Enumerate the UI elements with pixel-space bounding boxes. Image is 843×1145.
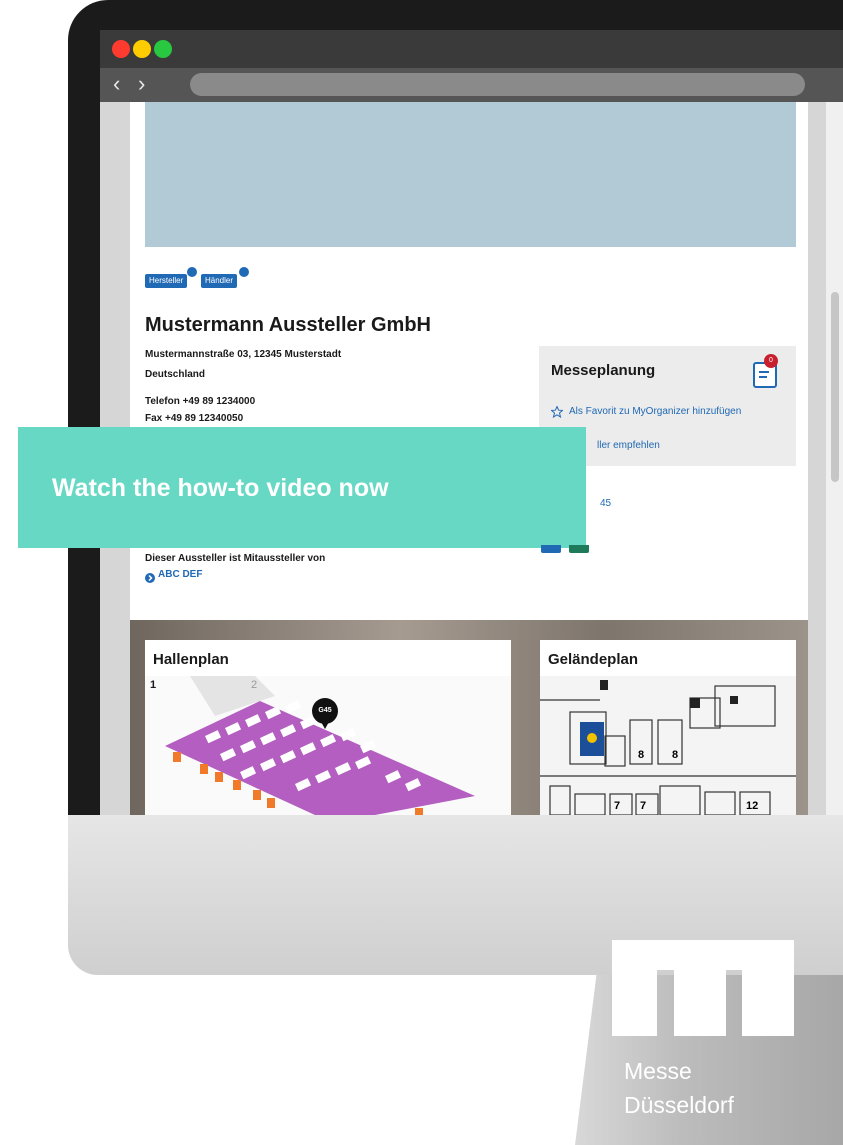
back-arrow-icon[interactable]: ‹ (113, 68, 120, 100)
co-exhibitor-text: Dieser Aussteller ist Mitaussteller von (145, 553, 326, 564)
company-country: Deutschland (145, 369, 206, 380)
recommend-exhibitor-link[interactable]: ller empfehlen (597, 440, 660, 451)
minimize-window-button[interactable] (133, 40, 151, 58)
hall-plan-title: Hallenplan (153, 651, 229, 668)
brand-line-2: Düsseldorf (624, 1092, 734, 1118)
forward-arrow-icon[interactable]: › (138, 68, 145, 100)
star-icon[interactable] (550, 405, 564, 423)
planner-count-badge: 0 (764, 354, 778, 368)
address-bar[interactable] (190, 73, 805, 96)
tag-info-icon[interactable] (186, 266, 198, 278)
browser-titlebar (100, 30, 843, 68)
messe-duesseldorf-logo-icon (612, 940, 794, 1041)
brand-line-1: Messe (624, 1058, 692, 1084)
company-name: Mustermann Aussteller GmbH (145, 314, 431, 336)
hall-plan-map[interactable]: 1 2 G45 (145, 676, 511, 815)
maximize-window-button[interactable] (154, 40, 172, 58)
tag-hersteller[interactable]: Hersteller (145, 274, 188, 288)
co-exhibitor-link[interactable]: ABC DEF (158, 569, 202, 580)
close-window-button[interactable] (112, 40, 130, 58)
site-hall-label: 8 (638, 749, 645, 761)
social-icon[interactable] (541, 545, 561, 553)
watch-video-label: Watch the how-to video now (52, 474, 389, 502)
arrow-circle-icon (145, 570, 155, 588)
pin-tip-icon (320, 720, 330, 729)
exhibitor-banner-image (145, 102, 796, 247)
site-hall-label: 8 (672, 749, 679, 761)
scrollbar-thumb[interactable] (831, 292, 839, 482)
hall-number-left: 1 (150, 679, 157, 691)
hall-number-right: 2 (251, 679, 258, 691)
planning-title: Messeplanung (551, 362, 656, 379)
company-fax: Fax +49 89 12340050 (145, 413, 244, 424)
site-hall-label: 12 (746, 800, 759, 812)
site-plan-map[interactable]: 8 8 7 7 12 (540, 676, 796, 815)
stand-number-link[interactable]: 45 (600, 498, 611, 509)
site-hall-label: 7 (640, 800, 647, 812)
site-hall-label: 7 (614, 800, 621, 812)
add-favorite-link[interactable]: Als Favorit zu MyOrganizer hinzufügen (569, 406, 741, 417)
company-phone: Telefon +49 89 1234000 (145, 396, 256, 407)
company-street: Mustermannstraße 03, 12345 Musterstadt (145, 349, 342, 360)
social-icon[interactable] (569, 545, 589, 553)
tag-haendler[interactable]: Händler (201, 274, 238, 288)
site-plan-title: Geländeplan (548, 651, 639, 668)
tag-info-icon[interactable] (238, 266, 250, 278)
